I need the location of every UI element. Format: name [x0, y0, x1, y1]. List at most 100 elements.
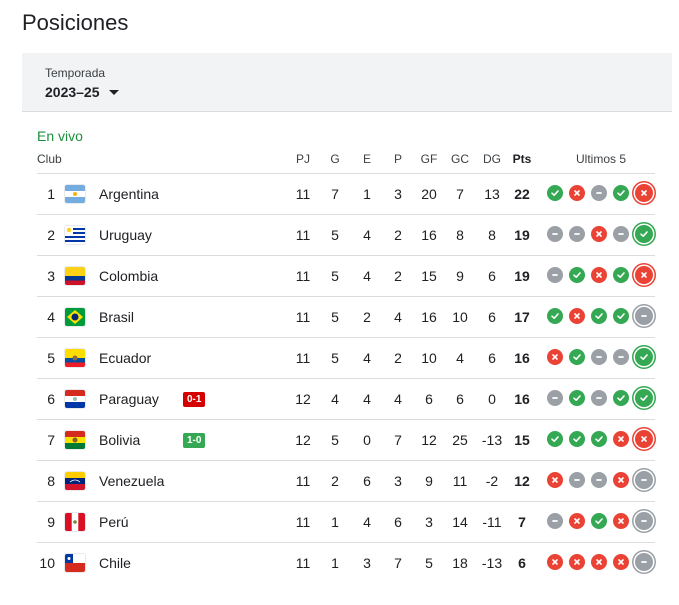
- table-row[interactable]: 10 Chile 11 1 3 7 5 18 -13 6: [37, 543, 655, 583]
- result-draw[interactable]: [613, 349, 629, 365]
- result-win[interactable]: [547, 431, 563, 447]
- g-value: 2: [331, 473, 339, 489]
- season-dropdown[interactable]: 2023–25: [45, 84, 119, 100]
- result-win[interactable]: [591, 431, 607, 447]
- result-win[interactable]: [569, 390, 585, 406]
- result-draw[interactable]: [591, 472, 607, 488]
- result-win[interactable]: [569, 431, 585, 447]
- result-win[interactable]: [547, 185, 563, 201]
- club-name[interactable]: Bolivia: [99, 420, 140, 460]
- result-draw[interactable]: [635, 307, 653, 325]
- result-draw[interactable]: [635, 512, 653, 530]
- club-name[interactable]: Paraguay: [99, 379, 159, 419]
- result-win[interactable]: [613, 185, 629, 201]
- dg-value: -2: [485, 473, 499, 489]
- result-loss[interactable]: [591, 267, 607, 283]
- result-loss[interactable]: [569, 185, 585, 201]
- colombia-flag-icon: [65, 267, 85, 285]
- result-draw[interactable]: [569, 472, 585, 488]
- table-row[interactable]: 7 Bolivia 1-0 12 5 0 7 12 25 -13 15: [37, 420, 655, 461]
- pj-value: 11: [295, 514, 311, 530]
- result-loss[interactable]: [569, 308, 585, 324]
- result-win[interactable]: [547, 308, 563, 324]
- result-loss[interactable]: [547, 349, 563, 365]
- club-name[interactable]: Perú: [99, 502, 129, 542]
- season-value: 2023–25: [45, 84, 100, 100]
- result-win[interactable]: [613, 390, 629, 406]
- result-draw[interactable]: [613, 226, 629, 242]
- result-win[interactable]: [635, 348, 653, 366]
- pj-value: 11: [295, 268, 311, 284]
- result-loss[interactable]: [635, 266, 653, 284]
- g-value: 5: [331, 432, 339, 448]
- x-icon: [550, 475, 560, 485]
- x-icon: [572, 188, 582, 198]
- table-row[interactable]: 8 Venezuela 11 2 6 3 9 11 -2 12: [37, 461, 655, 502]
- table-row[interactable]: 5 Ecuador 11 5 4 2 10 4 6 16: [37, 338, 655, 379]
- result-draw[interactable]: [635, 471, 653, 489]
- result-draw[interactable]: [547, 513, 563, 529]
- result-win[interactable]: [613, 267, 629, 283]
- result-win[interactable]: [635, 225, 653, 243]
- club-name[interactable]: Colombia: [99, 256, 158, 296]
- gc-value: 6: [456, 391, 464, 407]
- result-loss[interactable]: [635, 430, 653, 448]
- result-loss[interactable]: [591, 554, 607, 570]
- check-icon: [594, 311, 604, 321]
- result-loss[interactable]: [613, 472, 629, 488]
- club-name[interactable]: Venezuela: [99, 461, 164, 501]
- live-score-badge[interactable]: 1-0: [183, 433, 206, 448]
- dg-value: 8: [488, 227, 496, 243]
- gc-value: 8: [456, 227, 464, 243]
- club-name[interactable]: Ecuador: [99, 338, 151, 378]
- last-5-results: [547, 184, 653, 202]
- dg-value: 6: [488, 309, 496, 325]
- result-loss[interactable]: [547, 554, 563, 570]
- p-value: 7: [394, 555, 402, 571]
- result-win[interactable]: [569, 267, 585, 283]
- result-draw[interactable]: [569, 226, 585, 242]
- result-win[interactable]: [591, 513, 607, 529]
- result-loss[interactable]: [635, 184, 653, 202]
- result-loss[interactable]: [613, 431, 629, 447]
- club-name[interactable]: Brasil: [99, 297, 134, 337]
- pj-value: 11: [295, 473, 311, 489]
- argentina-flag-icon: [65, 185, 85, 203]
- club-name[interactable]: Argentina: [99, 174, 159, 214]
- e-value: 2: [363, 309, 371, 325]
- header-club: Club: [37, 152, 62, 166]
- club-name[interactable]: Chile: [99, 543, 131, 583]
- result-draw[interactable]: [635, 553, 653, 571]
- result-draw[interactable]: [547, 390, 563, 406]
- result-win[interactable]: [613, 308, 629, 324]
- result-loss[interactable]: [591, 226, 607, 242]
- result-draw[interactable]: [547, 267, 563, 283]
- result-win[interactable]: [635, 389, 653, 407]
- result-loss[interactable]: [547, 472, 563, 488]
- result-draw[interactable]: [547, 226, 563, 242]
- table-row[interactable]: 2 Uruguay 11 5 4 2 16 8 8 19: [37, 215, 655, 256]
- result-loss[interactable]: [613, 513, 629, 529]
- table-row[interactable]: 4 Brasil 11 5 2 4 16 10 6 17: [37, 297, 655, 338]
- table-row[interactable]: 1 Argentina 11 7 1 3 20 7 13 22: [37, 174, 655, 215]
- position: 7: [47, 432, 55, 448]
- result-win[interactable]: [569, 349, 585, 365]
- result-draw[interactable]: [591, 349, 607, 365]
- gc-value: 4: [456, 350, 464, 366]
- table-row[interactable]: 3 Colombia 11 5 4 2 15 9 6 19: [37, 256, 655, 297]
- bolivia-flag-icon: [65, 431, 85, 449]
- x-icon: [639, 270, 649, 280]
- result-draw[interactable]: [591, 185, 607, 201]
- x-icon: [594, 557, 604, 567]
- live-score-badge[interactable]: 0-1: [183, 392, 206, 407]
- result-draw[interactable]: [591, 390, 607, 406]
- result-win[interactable]: [591, 308, 607, 324]
- result-loss[interactable]: [569, 513, 585, 529]
- table-row[interactable]: 9 Perú 11 1 4 6 3 14 -11 7: [37, 502, 655, 543]
- club-name[interactable]: Uruguay: [99, 215, 152, 255]
- table-row[interactable]: 6 Paraguay 0-1 12 4 4 4 6 6 0 16: [37, 379, 655, 420]
- result-loss[interactable]: [569, 554, 585, 570]
- e-value: 4: [363, 391, 371, 407]
- result-loss[interactable]: [613, 554, 629, 570]
- gc-value: 10: [452, 309, 468, 325]
